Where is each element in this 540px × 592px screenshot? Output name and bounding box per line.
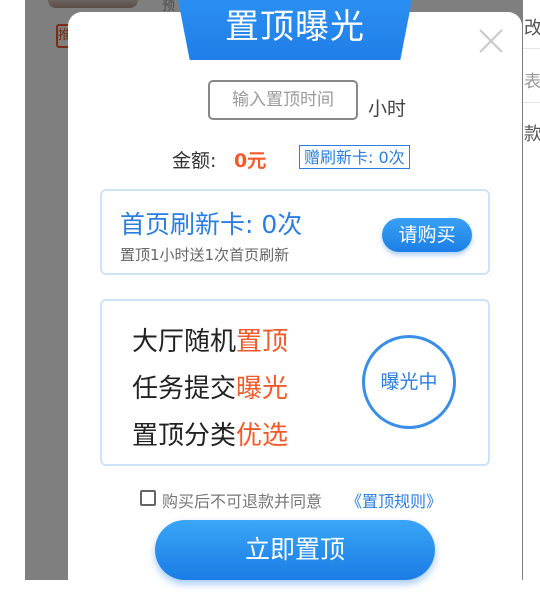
agreement-checkbox[interactable] (140, 490, 156, 506)
refresh-card-panel: 首页刷新卡: 0次 置顶1小时送1次首页刷新 请购买 (100, 189, 490, 275)
feature-highlight: 曝光 (236, 374, 289, 404)
feature-highlight: 置顶 (236, 327, 289, 357)
buy-button[interactable]: 请购买 (382, 218, 472, 252)
gift-refresh-card-badge: 赠刷新卡: 0次 (299, 145, 410, 169)
exposure-status-circle: 曝光中 (362, 335, 456, 429)
close-button[interactable] (476, 26, 506, 56)
feature-line: 任务提交曝光 (132, 368, 288, 405)
background-right-text-2: 表 (524, 72, 540, 92)
feature-text: 置顶分类 (132, 421, 237, 451)
background-right-area (523, 155, 540, 580)
background-right-text-1: 改 (524, 18, 540, 39)
feature-text: 任务提交 (132, 374, 237, 404)
feature-text: 大厅随机 (132, 327, 237, 357)
top-time-input[interactable] (208, 80, 358, 120)
top-exposure-dialog: 置顶曝光 小时 金额: 0元 赠刷新卡: 0次 首页刷新卡: 0次 置顶1小时送… (68, 0, 522, 592)
dialog-title: 置顶曝光 (178, 0, 412, 60)
time-unit-label: 小时 (368, 98, 407, 120)
feature-panel: 大厅随机置顶 任务提交曝光 置顶分类优选 曝光中 (100, 299, 490, 466)
feature-line: 大厅随机置顶 (132, 321, 288, 358)
amount-label: 金额: (172, 150, 217, 172)
feature-line: 置顶分类优选 (132, 415, 288, 452)
background-right-text-3: 款 (524, 124, 540, 145)
amount-value: 0元 (234, 150, 267, 172)
background-divider (522, 48, 540, 49)
close-icon (479, 29, 503, 53)
rules-link[interactable]: 《置顶规则》 (346, 488, 442, 512)
refresh-card-title: 首页刷新卡: 0次 (120, 210, 303, 239)
feature-highlight: 优选 (236, 421, 289, 451)
agreement-text: 购买后不可退款并同意 (162, 492, 323, 511)
top-now-button[interactable]: 立即置顶 (155, 520, 435, 580)
refresh-card-subtitle: 置顶1小时送1次首页刷新 (120, 246, 290, 264)
background-divider (522, 102, 540, 103)
